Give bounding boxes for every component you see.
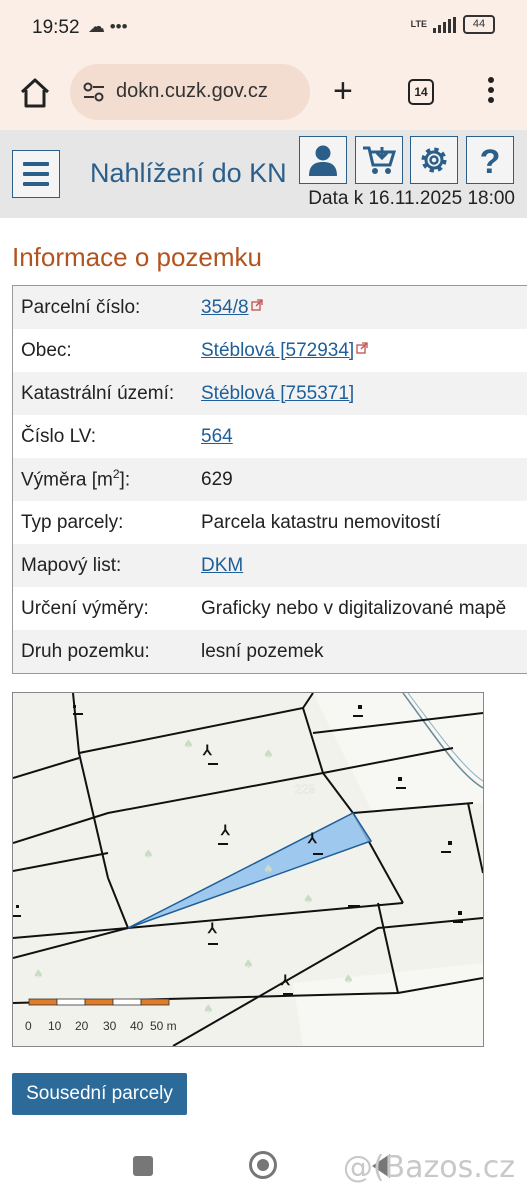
svg-text:♠: ♠: [343, 972, 354, 986]
network-type: LTE: [410, 19, 427, 29]
scale-label: 0: [25, 1019, 32, 1033]
parcel-number-link[interactable]: 354/8: [201, 297, 249, 318]
svg-text:♠: ♠: [303, 892, 314, 906]
area-label-suffix: ]:: [119, 469, 131, 491]
svg-text:⅄: ⅄: [202, 742, 213, 758]
row-value: DKM: [201, 555, 243, 577]
table-row: Katastrální území: Stéblová [755371]: [13, 372, 527, 415]
status-bar: 19:52 ☁ ••• LTE 44: [0, 0, 527, 58]
row-label: Obec:: [21, 339, 72, 361]
scale-label: 30: [103, 1019, 117, 1033]
row-value: Stéblová [755371]: [201, 383, 354, 405]
row-label: Parcelní číslo:: [21, 296, 141, 318]
data-date: Data k 16.11.2025 18:00: [308, 188, 515, 209]
row-label: Mapový list:: [21, 554, 122, 576]
row-label: Typ parcely:: [21, 511, 124, 533]
cloud-icon: ☁ •••: [88, 17, 128, 36]
row-label: Číslo LV:: [21, 425, 96, 447]
watermark: @(Bazos.cz: [342, 1150, 515, 1185]
tab-switcher-icon[interactable]: 14: [408, 79, 434, 105]
external-link-icon[interactable]: [250, 298, 263, 311]
app-header: Nahlížení do KN ? Data k 16.11.2025 18:0…: [0, 130, 527, 218]
system-nav-bar: @(Bazos.cz: [0, 1130, 527, 1200]
scale-label: 40: [130, 1019, 144, 1033]
signal-icon: [433, 16, 456, 33]
map-canvas: ⅄ ⅄ ⅄ ⅄ ⅄ 229 ♠ ♠ ♠ ♠ ♠ ♠ ♠ ♠ ♠ 0 10 20 30 40 …: [13, 693, 483, 1046]
app-title[interactable]: Nahlížení do KN: [90, 158, 287, 189]
url-text: dokn.cuzk.gov.cz: [116, 80, 268, 102]
address-bar[interactable]: dokn.cuzk.gov.cz: [70, 64, 310, 120]
svg-text:♠: ♠: [263, 747, 274, 761]
municipality-link[interactable]: Stéblová [572934]: [201, 340, 354, 361]
row-value: Parcela katastru nemovitostí: [201, 511, 441, 533]
browser-toolbar: dokn.cuzk.gov.cz + 14: [0, 58, 527, 130]
table-row: Obec: Stéblová [572934]: [13, 329, 527, 372]
cart-icon: [363, 146, 396, 174]
user-button[interactable]: [299, 136, 347, 184]
hamburger-menu-button[interactable]: [12, 150, 60, 198]
svg-text:⅄: ⅄: [280, 972, 291, 988]
lv-number-link[interactable]: 564: [201, 426, 233, 447]
row-value: 629: [201, 468, 233, 490]
home-nav-icon[interactable]: [249, 1151, 277, 1179]
svg-text:⅄: ⅄: [207, 920, 218, 936]
map-parcel-label: 229: [295, 782, 315, 796]
svg-text:♠: ♠: [33, 967, 44, 981]
table-row: Parcelní číslo: 354/8: [13, 286, 527, 329]
svg-text:♠: ♠: [243, 957, 254, 971]
more-menu-icon[interactable]: [488, 77, 494, 103]
parcel-info-table: Parcelní číslo: 354/8 Obec: Stéblová [57…: [12, 285, 527, 674]
row-value: Stéblová [572934]: [201, 340, 368, 362]
help-icon: ?: [480, 143, 501, 177]
cadastral-area-link[interactable]: Stéblová [755371]: [201, 383, 354, 404]
row-label: Druh pozemku:: [21, 640, 150, 662]
table-row: Druh pozemku: lesní pozemek: [13, 630, 527, 673]
svg-text:♠: ♠: [203, 1002, 214, 1016]
site-settings-icon[interactable]: [82, 81, 106, 103]
row-value: Graficky nebo v digitalizované mapě: [201, 597, 507, 619]
scale-label: 10: [48, 1019, 62, 1033]
table-row: Určení výměry: Graficky nebo v digitaliz…: [13, 587, 527, 630]
new-tab-icon[interactable]: +: [333, 74, 353, 108]
area-label-sup: 2: [112, 467, 120, 482]
cadastral-map[interactable]: ⅄ ⅄ ⅄ ⅄ ⅄ 229 ♠ ♠ ♠ ♠ ♠ ♠ ♠ ♠ ♠ 0 10 20 …: [12, 692, 484, 1047]
battery-icon: 44: [463, 15, 495, 34]
row-value: lesní pozemek: [201, 640, 324, 662]
svg-text:♠: ♠: [143, 847, 154, 861]
table-row: Typ parcely: Parcela katastru nemovitost…: [13, 501, 527, 544]
home-icon[interactable]: [18, 76, 52, 110]
svg-text:⅄: ⅄: [220, 822, 231, 838]
row-value: 354/8: [201, 297, 263, 319]
row-label: Určení výměry:: [21, 597, 149, 619]
row-label: Výměra [m2]:: [13, 467, 201, 491]
status-time: 19:52: [32, 17, 80, 38]
svg-text:♠: ♠: [263, 862, 274, 876]
external-link-icon[interactable]: [356, 341, 368, 354]
cart-button[interactable]: [355, 136, 403, 184]
area-label-prefix: Výměra [m: [21, 469, 113, 491]
settings-button[interactable]: [410, 136, 458, 184]
neighbor-parcels-button[interactable]: Sousední parcely: [12, 1073, 187, 1115]
table-row: Výměra [m2]: 629: [13, 458, 527, 501]
help-button[interactable]: ?: [466, 136, 514, 184]
recent-apps-icon[interactable]: [133, 1156, 153, 1176]
gear-icon: [421, 147, 447, 173]
scale-label: 20: [75, 1019, 89, 1033]
map-sheet-link[interactable]: DKM: [201, 555, 243, 576]
svg-text:♠: ♠: [183, 737, 194, 751]
user-icon: [309, 145, 337, 176]
status-indicators: LTE 44: [411, 15, 495, 34]
table-row: Číslo LV: 564: [13, 415, 527, 458]
svg-text:⅄: ⅄: [307, 830, 318, 846]
row-label: Katastrální území:: [21, 382, 175, 404]
scale-label: 50 m: [150, 1019, 177, 1033]
section-title: Informace o pozemku: [12, 242, 263, 272]
row-value: 564: [201, 426, 233, 448]
svg-text:?: ?: [480, 143, 501, 177]
scale-bar: [28, 998, 170, 1006]
table-row: Mapový list: DKM: [13, 544, 527, 587]
